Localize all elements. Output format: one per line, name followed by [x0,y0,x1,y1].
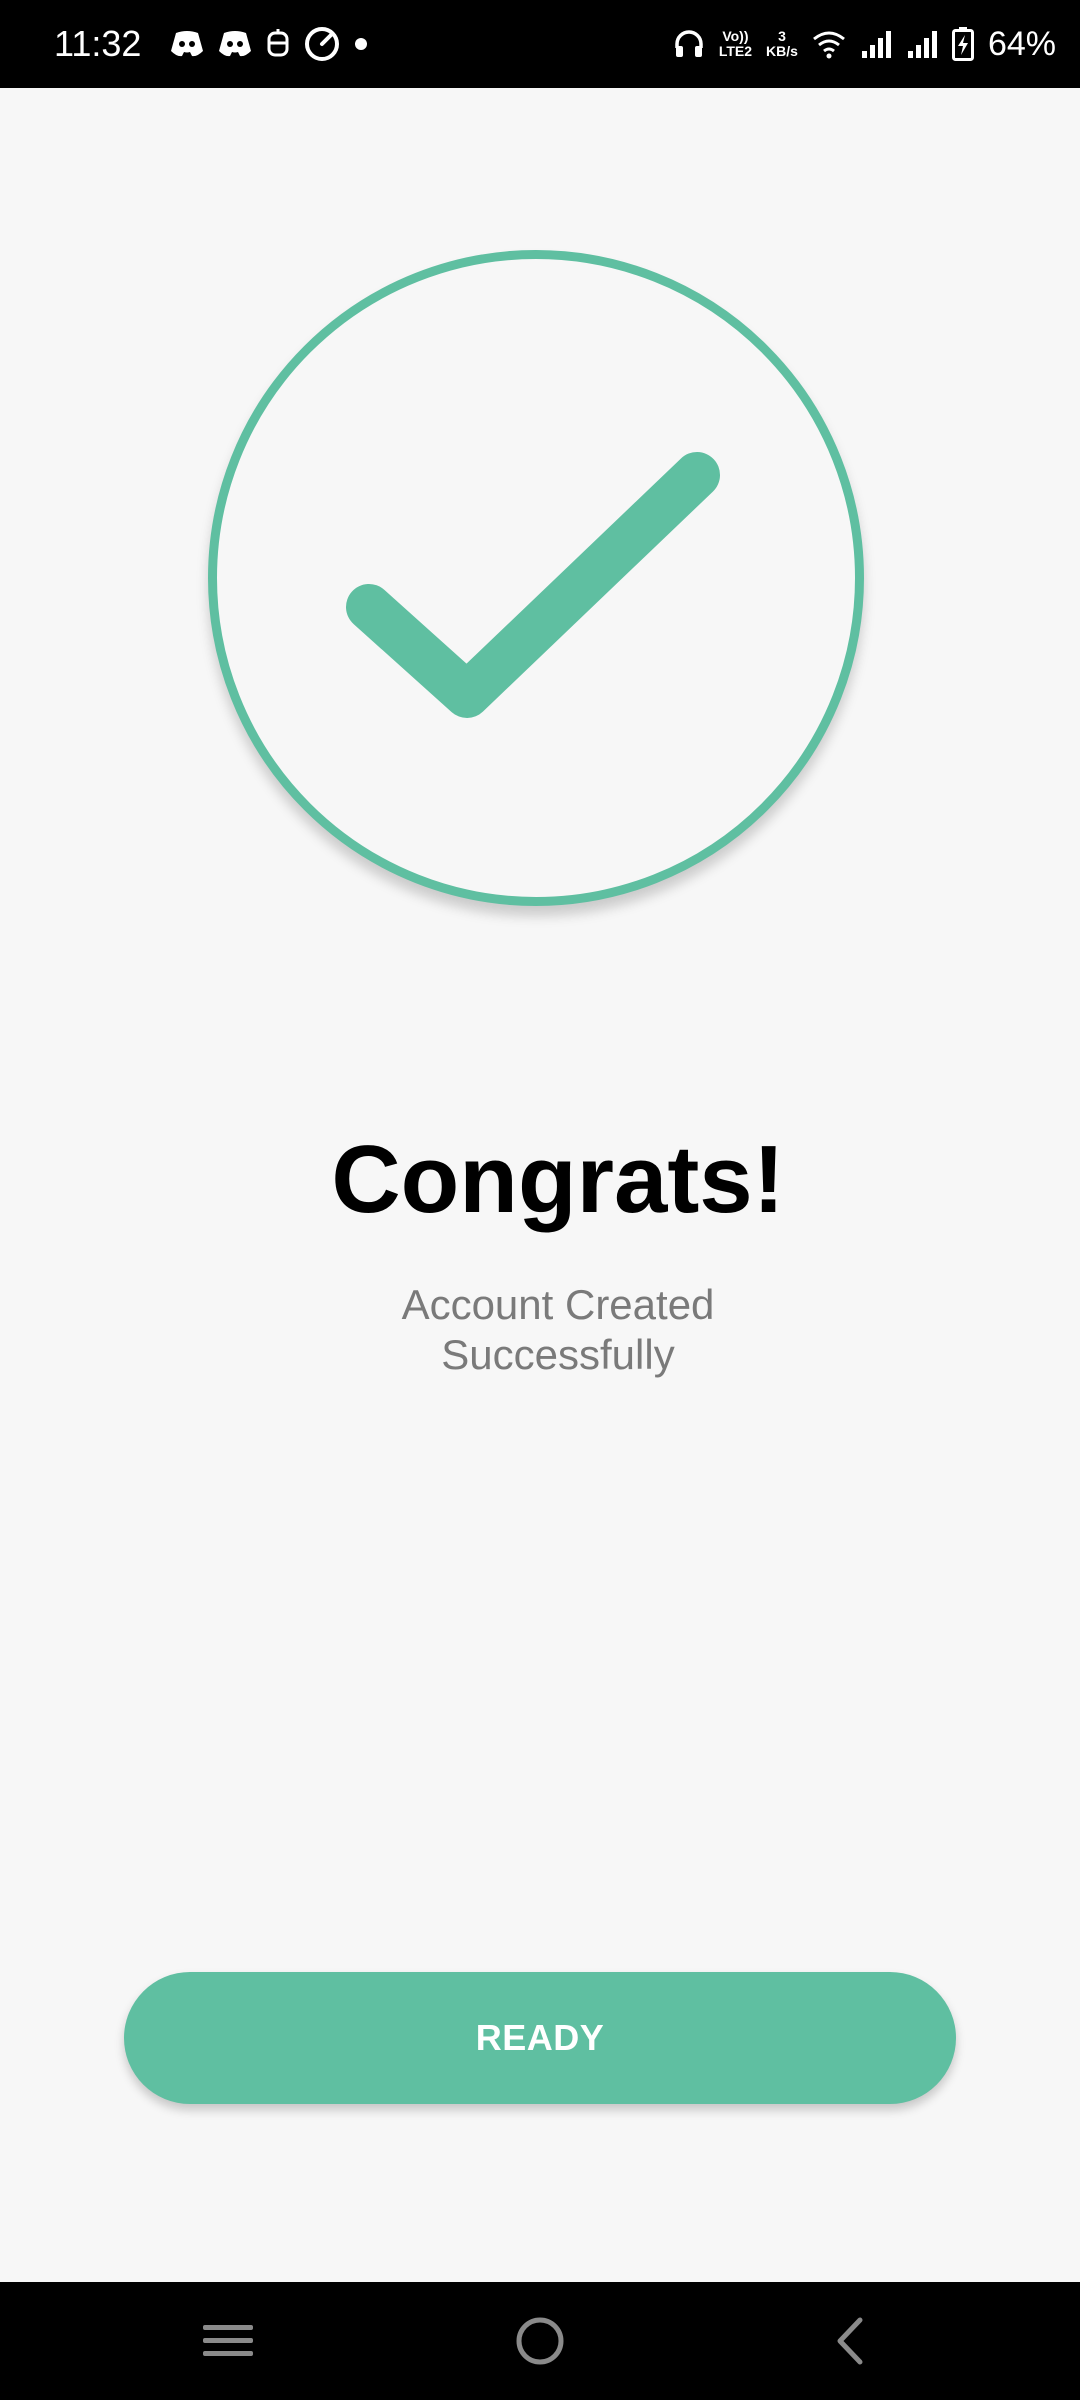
menu-button[interactable] [148,2282,308,2400]
ready-button[interactable]: READY [124,1972,956,2104]
wifi-icon [812,29,846,59]
status-bar: 11:32 Vo)) LTE2 3 KB/s 64% [0,0,1080,88]
speedometer-icon [304,26,340,62]
robot-icon [266,28,290,60]
menu-icon [203,2325,253,2356]
volte-indicator: Vo)) LTE2 [719,29,752,59]
volte-top-label: Vo)) [722,28,749,44]
notification-icons [170,24,368,64]
speed-unit: KB/s [766,43,798,59]
status-time: 11:32 [54,23,142,64]
home-button[interactable] [460,2282,620,2400]
system-status-icons: Vo)) LTE2 3 KB/s 64% [673,20,1056,68]
back-button[interactable] [770,2282,930,2400]
screen: 11:32 Vo)) LTE2 3 KB/s 64% Congrats! Acc… [0,0,1080,2400]
home-icon [516,2317,564,2365]
volte-bottom-label: LTE2 [718,43,753,59]
signal-icon [860,29,892,59]
battery-percent: 64% [987,25,1056,63]
signal-icon [906,29,938,59]
navigation-bar [0,2282,1080,2400]
headphones-icon [673,28,705,60]
back-icon [837,2317,863,2365]
success-message: Account Created Successfully [401,1281,715,1378]
speed-value: 3 [778,28,786,44]
battery-charging-icon [951,27,974,61]
checkmark-icon [346,452,720,718]
congrats-title: Congrats! [331,1126,785,1233]
discord-icon [170,29,204,59]
network-speed: 3 KB/s [766,29,798,59]
dot-icon [354,37,368,51]
discord-icon [218,29,252,59]
success-badge [208,250,864,906]
